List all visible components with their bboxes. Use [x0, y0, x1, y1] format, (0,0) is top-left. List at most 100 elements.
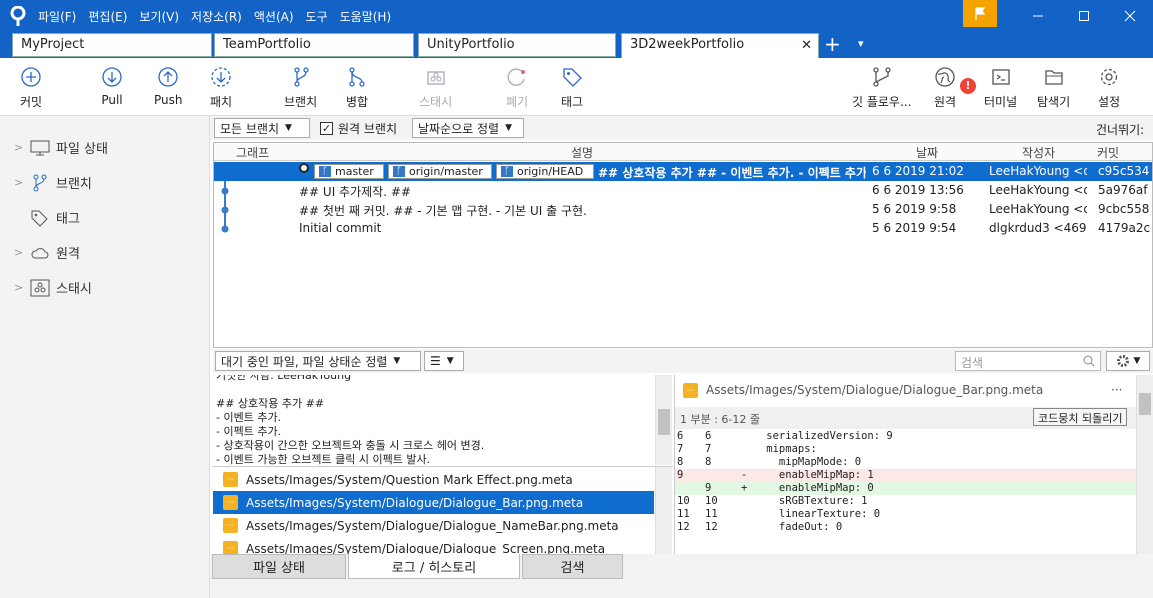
close-window-button[interactable] — [1107, 0, 1153, 32]
tab-3d2weekportfolio[interactable]: 3D2weekPortfolio ✕ — [621, 33, 819, 58]
minimize-button[interactable] — [1015, 0, 1061, 32]
file-sort-value: 대기 중인 파일, 파일 상태순 정렬 — [221, 354, 388, 369]
files-scrollbar[interactable] — [655, 467, 672, 554]
menu-file[interactable]: 파일(F) — [38, 8, 76, 25]
menu-edit[interactable]: 편집(E) — [88, 8, 127, 25]
tab-label: UnityPortfolio — [427, 37, 515, 52]
maximize-button[interactable] — [1061, 0, 1107, 32]
sidebar-item-file-status[interactable]: > 파일 상태 — [14, 138, 108, 157]
tag-icon — [563, 68, 582, 87]
diff-line-removed: 9- enableMipMap: 1 — [675, 469, 1137, 482]
discard-button[interactable]: 폐기 — [506, 66, 528, 110]
tab-list-chevron-icon[interactable]: ▾ — [858, 37, 864, 50]
sidebar-item-stashes[interactable]: > 스태시 — [14, 278, 92, 297]
push-button[interactable]: Push — [154, 66, 183, 107]
menu-repository[interactable]: 저장소(R) — [191, 8, 242, 25]
merge-icon — [349, 67, 365, 87]
file-path: Assets/Images/System/Dialogue/Dialogue_N… — [246, 518, 619, 533]
branch-filter-dropdown[interactable]: 모든 브랜치 ▼ — [214, 118, 310, 138]
branch-badge[interactable]: ᚴ master — [314, 164, 384, 179]
pull-button[interactable]: Pull — [101, 66, 123, 107]
table-row[interactable]: ᚴ master ᚴ origin/master ᚴ origin/HEAD ## 상… — [214, 162, 1152, 181]
list-item[interactable]: ··· Assets/Images/System/Question Mark Ef… — [213, 468, 654, 491]
log-header: 그래프 설명 날짜 작성자 커밋 — [214, 143, 1152, 161]
sidebar-item-branches[interactable]: > 브랜치 — [14, 173, 92, 192]
branch-filter-value: 모든 브랜치 — [220, 121, 280, 136]
list-item[interactable]: ··· Assets/Images/System/Dialogue/Dialogu… — [213, 514, 654, 537]
sort-dropdown[interactable]: 날짜순으로 정렬 ▼ — [412, 118, 524, 138]
stash-button[interactable]: 스태시 — [419, 66, 452, 110]
explorer-button[interactable]: 탐색기 — [1037, 66, 1070, 110]
table-row[interactable]: ## 첫번 째 커밋. ## - 기본 맵 구현. - 기본 UI 출 구현. … — [214, 200, 1152, 219]
column-author[interactable]: 작성자 — [1022, 144, 1055, 161]
column-date[interactable]: 날짜 — [916, 144, 938, 161]
flag-button[interactable] — [963, 0, 997, 27]
menu-tools[interactable]: 도구 — [306, 8, 328, 25]
branch-icon — [33, 174, 47, 191]
list-item[interactable]: ··· Assets/Images/System/Dialogue/Dialogu… — [213, 537, 654, 554]
tab-file-status[interactable]: 파일 상태 — [212, 554, 346, 579]
monitor-icon — [30, 140, 50, 155]
table-row[interactable]: Initial commit 5 6 2019 9:54 dlgkrdud3 <… — [214, 219, 1152, 238]
column-graph[interactable]: 그래프 — [236, 144, 269, 161]
diff-scrollbar[interactable] — [1136, 375, 1153, 554]
remote-button[interactable]: 원격 — [934, 66, 956, 110]
sidebar-item-tags[interactable]: 태그 — [14, 208, 80, 227]
add-tab-button[interactable]: + — [824, 32, 841, 56]
menu-help[interactable]: 도움말(H) — [340, 8, 392, 25]
table-row[interactable]: ## UI 추가제작. ## 6 6 2019 13:56 LeeHakYoun… — [214, 181, 1152, 200]
revert-hunk-button[interactable]: 코드뭉치 되돌리기 — [1033, 408, 1128, 426]
commit-description: Initial commit — [299, 221, 382, 235]
tab-teamportfolio[interactable]: TeamPortfolio — [214, 33, 414, 57]
tab-unityportfolio[interactable]: UnityPortfolio — [418, 33, 616, 57]
diff-line: 10 10 sRGBTexture: 1 — [677, 495, 868, 507]
merge-button[interactable]: 병합 — [346, 66, 368, 110]
commit-message-line — [216, 383, 673, 397]
tab-label: TeamPortfolio — [223, 37, 311, 52]
scrollbar-thumb[interactable] — [1139, 393, 1151, 415]
column-commit[interactable]: 커밋 — [1097, 144, 1119, 161]
settings-button[interactable]: 설정 — [1098, 66, 1120, 110]
commit-hash: 5a976af — [1098, 183, 1148, 197]
list-item[interactable]: ··· Assets/Images/System/Dialogue/Dialogu… — [213, 491, 654, 514]
branch-badge-label: origin/master — [409, 165, 483, 178]
remote-branches-checkbox[interactable]: ✓ 원격 브랜치 — [320, 120, 397, 137]
tab-log-history[interactable]: 로그 / 히스토리 — [348, 554, 520, 579]
more-options-icon[interactable]: ··· — [1111, 383, 1122, 397]
tab-myproject[interactable]: MyProject — [12, 33, 212, 57]
branch-badge-label: master — [335, 165, 374, 178]
tag-button[interactable]: 태그 — [561, 66, 583, 110]
file-options-button[interactable]: ▼ — [1106, 351, 1150, 371]
scrollbar-thumb[interactable] — [658, 409, 670, 435]
changed-files-list: ··· Assets/Images/System/Question Mark Ef… — [213, 466, 673, 554]
search-input[interactable]: 검색 — [955, 351, 1101, 371]
log-filter-bar: 모든 브랜치 ▼ ✓ 원격 브랜치 날짜순으로 정렬 ▼ 건너뛰기: — [210, 116, 1153, 140]
chevron-right-icon: > — [14, 246, 24, 259]
menu-actions[interactable]: 액션(A) — [254, 8, 294, 25]
message-scrollbar[interactable] — [655, 375, 672, 465]
menu-bar: 파일(F) 편집(E) 보기(V) 저장소(R) 액션(A) 도구 도움말(H) — [38, 0, 403, 32]
commit-author: LeeHakYoung <dlg — [989, 164, 1087, 178]
commit-button[interactable]: 커밋 — [20, 66, 42, 110]
fetch-button[interactable]: 패치 — [210, 66, 232, 110]
diff-panel: ··· Assets/Images/System/Dialogue/Dialog… — [674, 375, 1153, 554]
sidebar-item-remotes[interactable]: > 원격 — [14, 243, 80, 262]
branch-badge[interactable]: ᚴ origin/master — [388, 164, 492, 179]
menu-view[interactable]: 보기(V) — [139, 8, 179, 25]
title-bar: 파일(F) 편집(E) 보기(V) 저장소(R) 액션(A) 도구 도움말(H) — [0, 0, 1153, 32]
branch-button[interactable]: 브랜치 — [284, 66, 317, 110]
tab-search[interactable]: 검색 — [522, 554, 623, 579]
git-flow-button[interactable]: 깃 플로우... — [852, 66, 911, 110]
commit-author: LeeHakYoung <dlg — [989, 183, 1087, 197]
branch-badge[interactable]: ᚴ origin/HEAD — [496, 164, 594, 179]
commit-hash: 4179a2c — [1098, 221, 1150, 235]
view-mode-dropdown[interactable]: ☰ ▼ — [424, 351, 464, 371]
file-sort-dropdown[interactable]: 대기 중인 파일, 파일 상태순 정렬 ▼ — [215, 351, 421, 371]
maximize-icon — [1079, 11, 1089, 21]
column-description[interactable]: 설명 — [571, 144, 593, 161]
tab-close-icon[interactable]: ✕ — [801, 38, 812, 53]
terminal-button[interactable]: 터미널 — [984, 66, 1017, 110]
hunk-range: 1 부분 : 6-12 줄 — [680, 413, 761, 426]
branch-icon: ᚴ — [393, 166, 405, 177]
commit-message-panel: 커밋한 사람: LeeHakYoung ## 상호작용 추가 ## - 이벤트 … — [213, 375, 673, 465]
